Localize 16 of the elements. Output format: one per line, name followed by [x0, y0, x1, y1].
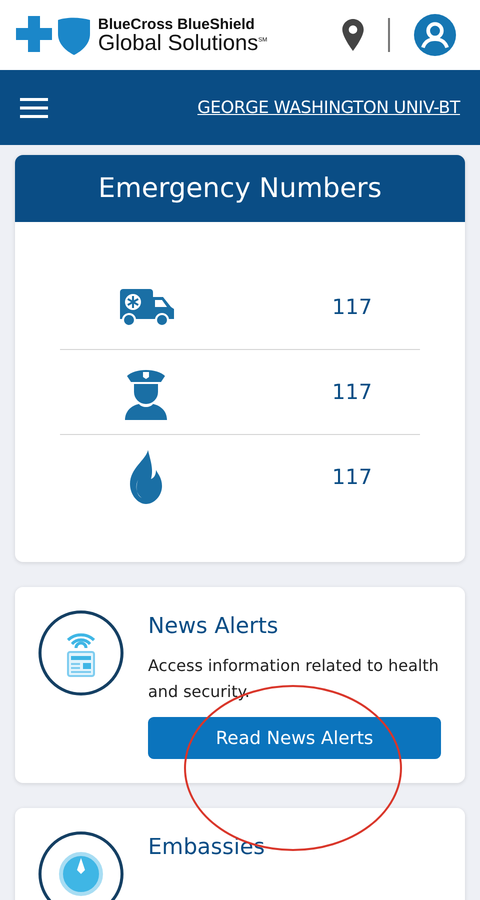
card-title: Embassies	[148, 835, 266, 860]
phone-number[interactable]: 117	[332, 380, 372, 404]
phone-number[interactable]: 117	[332, 465, 372, 489]
card-description: Access information related to health and security.	[148, 655, 440, 703]
account-link[interactable]: GEORGE WASHINGTON UNIV-BT	[197, 98, 460, 118]
news-broadcast-icon	[38, 610, 124, 696]
brand-subtitle: Global Solutions$^{SM}$	[98, 32, 268, 54]
menu-icon[interactable]	[20, 98, 48, 118]
location-pin-icon[interactable]	[342, 19, 364, 51]
card-header: Emergency Numbers	[15, 155, 465, 222]
logo-icon	[16, 14, 92, 56]
brand-name: BlueCross BlueShield	[98, 16, 256, 32]
card-title: News Alerts	[148, 614, 280, 639]
read-news-button[interactable]: Read News Alerts	[148, 717, 441, 759]
phone-number[interactable]: 117	[332, 295, 372, 319]
user-avatar-icon[interactable]	[414, 14, 456, 56]
